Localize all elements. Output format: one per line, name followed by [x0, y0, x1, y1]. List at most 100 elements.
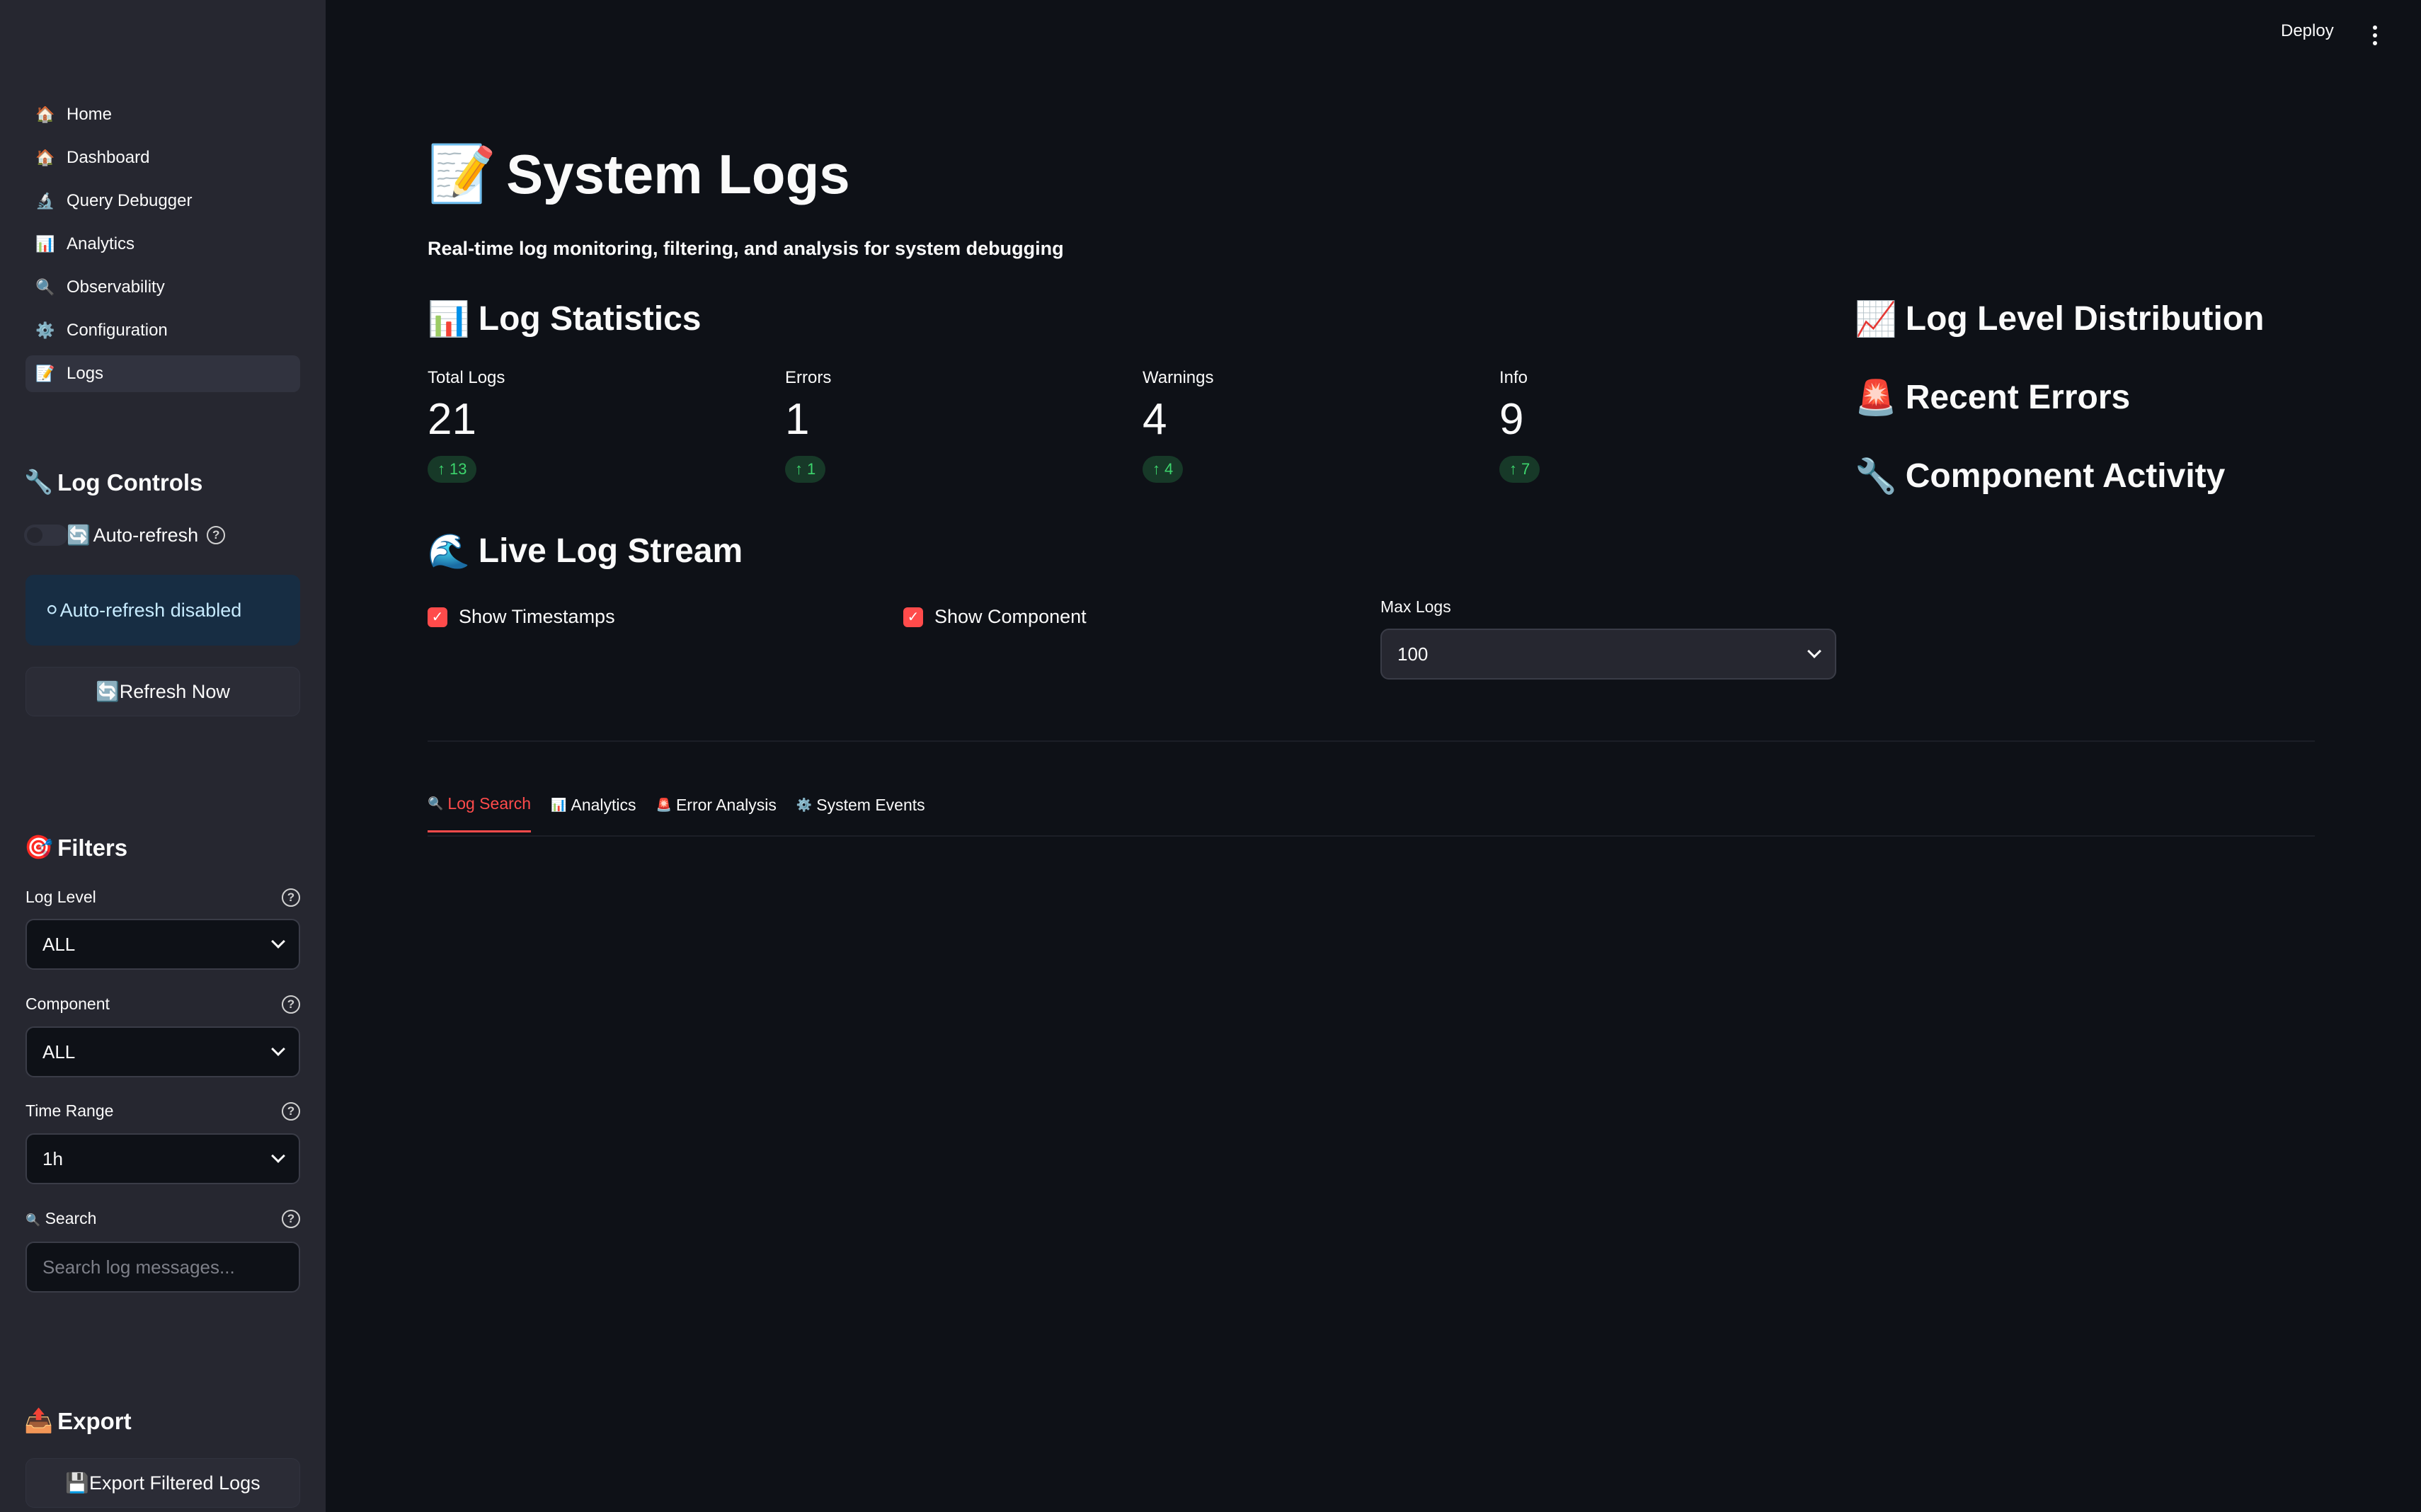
auto-refresh-row: 🔄 Auto-refresh ? [24, 524, 226, 546]
siren-icon: 🚨 [656, 797, 672, 812]
kebab-menu-icon[interactable] [2373, 25, 2377, 45]
refresh-now-label: Refresh Now [119, 680, 230, 702]
page-subtitle: Real-time log monitoring, filtering, and… [428, 238, 1064, 259]
show-timestamps-label: Show Timestamps [459, 606, 615, 627]
metric-warnings: Warnings 4 ↑ 4 [1143, 368, 1440, 483]
chevron-down-icon [271, 1042, 285, 1056]
target-icon: 🎯 [24, 834, 54, 860]
gear-icon: ⚙️ [35, 321, 55, 339]
sidebar-nav: 🏠 Home 🏠 Dashboard 🔬 Query Debugger 📊 An… [25, 96, 300, 399]
sidebar-item-configuration[interactable]: ⚙️ Configuration [25, 312, 300, 349]
tab-log-search[interactable]: 🔍 Log Search [428, 794, 532, 832]
log-level-distribution-heading: 📈 Log Level Distribution [1855, 299, 2264, 339]
sidebar-item-label: Analytics [67, 234, 135, 253]
sidebar-item-label: Logs [67, 364, 104, 383]
show-component-checkbox[interactable]: ✓ Show Component [903, 606, 1087, 628]
metric-delta: ↑ 13 [428, 456, 477, 483]
tab-underline-track [428, 835, 2315, 837]
refresh-icon: 🔄 [96, 681, 120, 702]
sidebar-item-query-debugger[interactable]: 🔬 Query Debugger [25, 183, 300, 219]
tab-label: System Events [816, 795, 925, 814]
sidebar-item-label: Observability [67, 277, 165, 297]
metric-delta: ↑ 4 [1143, 456, 1184, 483]
sidebar-item-dashboard[interactable]: 🏠 Dashboard [25, 139, 300, 176]
section-title: Log Level Distribution [1905, 300, 2265, 338]
tab-label: Error Analysis [675, 795, 777, 814]
arrow-up-icon: ↑ [1509, 460, 1517, 478]
tab-system-events[interactable]: ⚙️ System Events [796, 794, 925, 832]
metric-info: Info 9 ↑ 7 [1499, 368, 1797, 483]
search-input[interactable] [25, 1242, 300, 1293]
export-filtered-logs-button[interactable]: 💾 Export Filtered Logs [25, 1458, 300, 1508]
show-component-label: Show Component [934, 606, 1087, 627]
sidebar-item-home[interactable]: 🏠 Home [25, 96, 300, 133]
auto-refresh-toggle[interactable] [24, 525, 68, 546]
show-timestamps-checkbox[interactable]: ✓ Show Timestamps [428, 606, 615, 628]
siren-icon: 🚨 [1855, 379, 1897, 417]
sidebar-item-label: Home [67, 105, 113, 124]
metric-value: 21 [428, 395, 476, 444]
help-icon[interactable]: ? [207, 526, 226, 544]
chevron-down-icon [271, 934, 285, 949]
metric-delta-value: 4 [1164, 460, 1174, 478]
sidebar-item-label: Query Debugger [67, 191, 193, 210]
export-title: Export [57, 1407, 132, 1434]
sidebar-item-label: Configuration [67, 321, 168, 340]
wave-icon: 🌊 [428, 533, 470, 571]
component-select[interactable]: ALL [25, 1026, 300, 1077]
sidebar-item-logs[interactable]: 📝 Logs [25, 355, 300, 392]
magnifier-icon: 🔍 [428, 796, 444, 811]
log-controls-title: Log Controls [57, 469, 203, 496]
log-level-label: Log Level [25, 888, 96, 906]
white-circle-icon: ⚪ [44, 599, 60, 621]
page-title-text: System Logs [506, 142, 850, 205]
tab-label: Log Search [447, 794, 532, 813]
help-icon[interactable]: ? [282, 995, 300, 1014]
checkbox-checked-icon[interactable]: ✓ [903, 607, 923, 627]
max-logs-value: 100 [1397, 643, 1429, 665]
help-icon[interactable]: ? [282, 888, 300, 907]
max-logs-select[interactable]: 100 [1380, 629, 1836, 680]
sidebar-item-analytics[interactable]: 📊 Analytics [25, 226, 300, 263]
metric-delta: ↑ 1 [785, 456, 826, 483]
time-range-label-row: Time Range ? [25, 1101, 300, 1121]
page-title: 📝 System Logs [428, 142, 850, 207]
help-icon[interactable]: ? [282, 1101, 300, 1121]
time-range-value: 1h [42, 1147, 63, 1169]
arrow-up-icon: ↑ [1152, 460, 1160, 478]
sidebar-item-observability[interactable]: 🔍 Observability [25, 269, 300, 306]
help-icon[interactable]: ? [282, 1209, 300, 1228]
metric-value: 4 [1143, 395, 1167, 444]
component-value: ALL [42, 1041, 76, 1063]
time-range-label: Time Range [25, 1101, 114, 1120]
microscope-icon: 🔬 [35, 192, 55, 210]
component-label-row: Component ? [25, 995, 300, 1014]
chevron-down-icon [1807, 644, 1821, 658]
magnifier-icon: 🔍 [35, 278, 55, 296]
memo-icon: 📝 [428, 142, 497, 205]
bar-chart-icon: 📊 [35, 235, 55, 253]
export-button-label: Export Filtered Logs [89, 1472, 261, 1494]
time-range-select[interactable]: 1h [25, 1133, 300, 1184]
memo-icon: 📝 [35, 365, 55, 382]
search-label: 🔍 Search [25, 1209, 96, 1228]
log-level-select[interactable]: ALL [25, 919, 300, 970]
search-label-text: Search [45, 1209, 97, 1227]
metric-total-logs: Total Logs 21 ↑ 13 [428, 368, 725, 483]
component-activity-heading: 🔧 Component Activity [1855, 456, 2225, 496]
floppy-disk-icon: 💾 [65, 1472, 89, 1494]
tab-analytics[interactable]: 📊 Analytics [551, 794, 636, 832]
refresh-now-button[interactable]: 🔄 Refresh Now [25, 667, 300, 716]
bar-chart-icon: 📊 [551, 797, 567, 812]
export-heading: 📤 Export [24, 1407, 132, 1435]
log-controls-heading: 🔧 Log Controls [24, 469, 202, 496]
divider [428, 740, 2315, 742]
sidebar: 🏠 Home 🏠 Dashboard 🔬 Query Debugger 📊 An… [0, 0, 326, 1512]
chart-increasing-icon: 📈 [1855, 301, 1897, 338]
deploy-button[interactable]: Deploy [2281, 21, 2334, 41]
home-icon: 🏠 [35, 105, 55, 123]
metric-delta: ↑ 7 [1499, 456, 1540, 483]
tab-error-analysis[interactable]: 🚨 Error Analysis [656, 794, 777, 832]
home-icon: 🏠 [35, 149, 55, 166]
checkbox-checked-icon[interactable]: ✓ [428, 607, 447, 627]
